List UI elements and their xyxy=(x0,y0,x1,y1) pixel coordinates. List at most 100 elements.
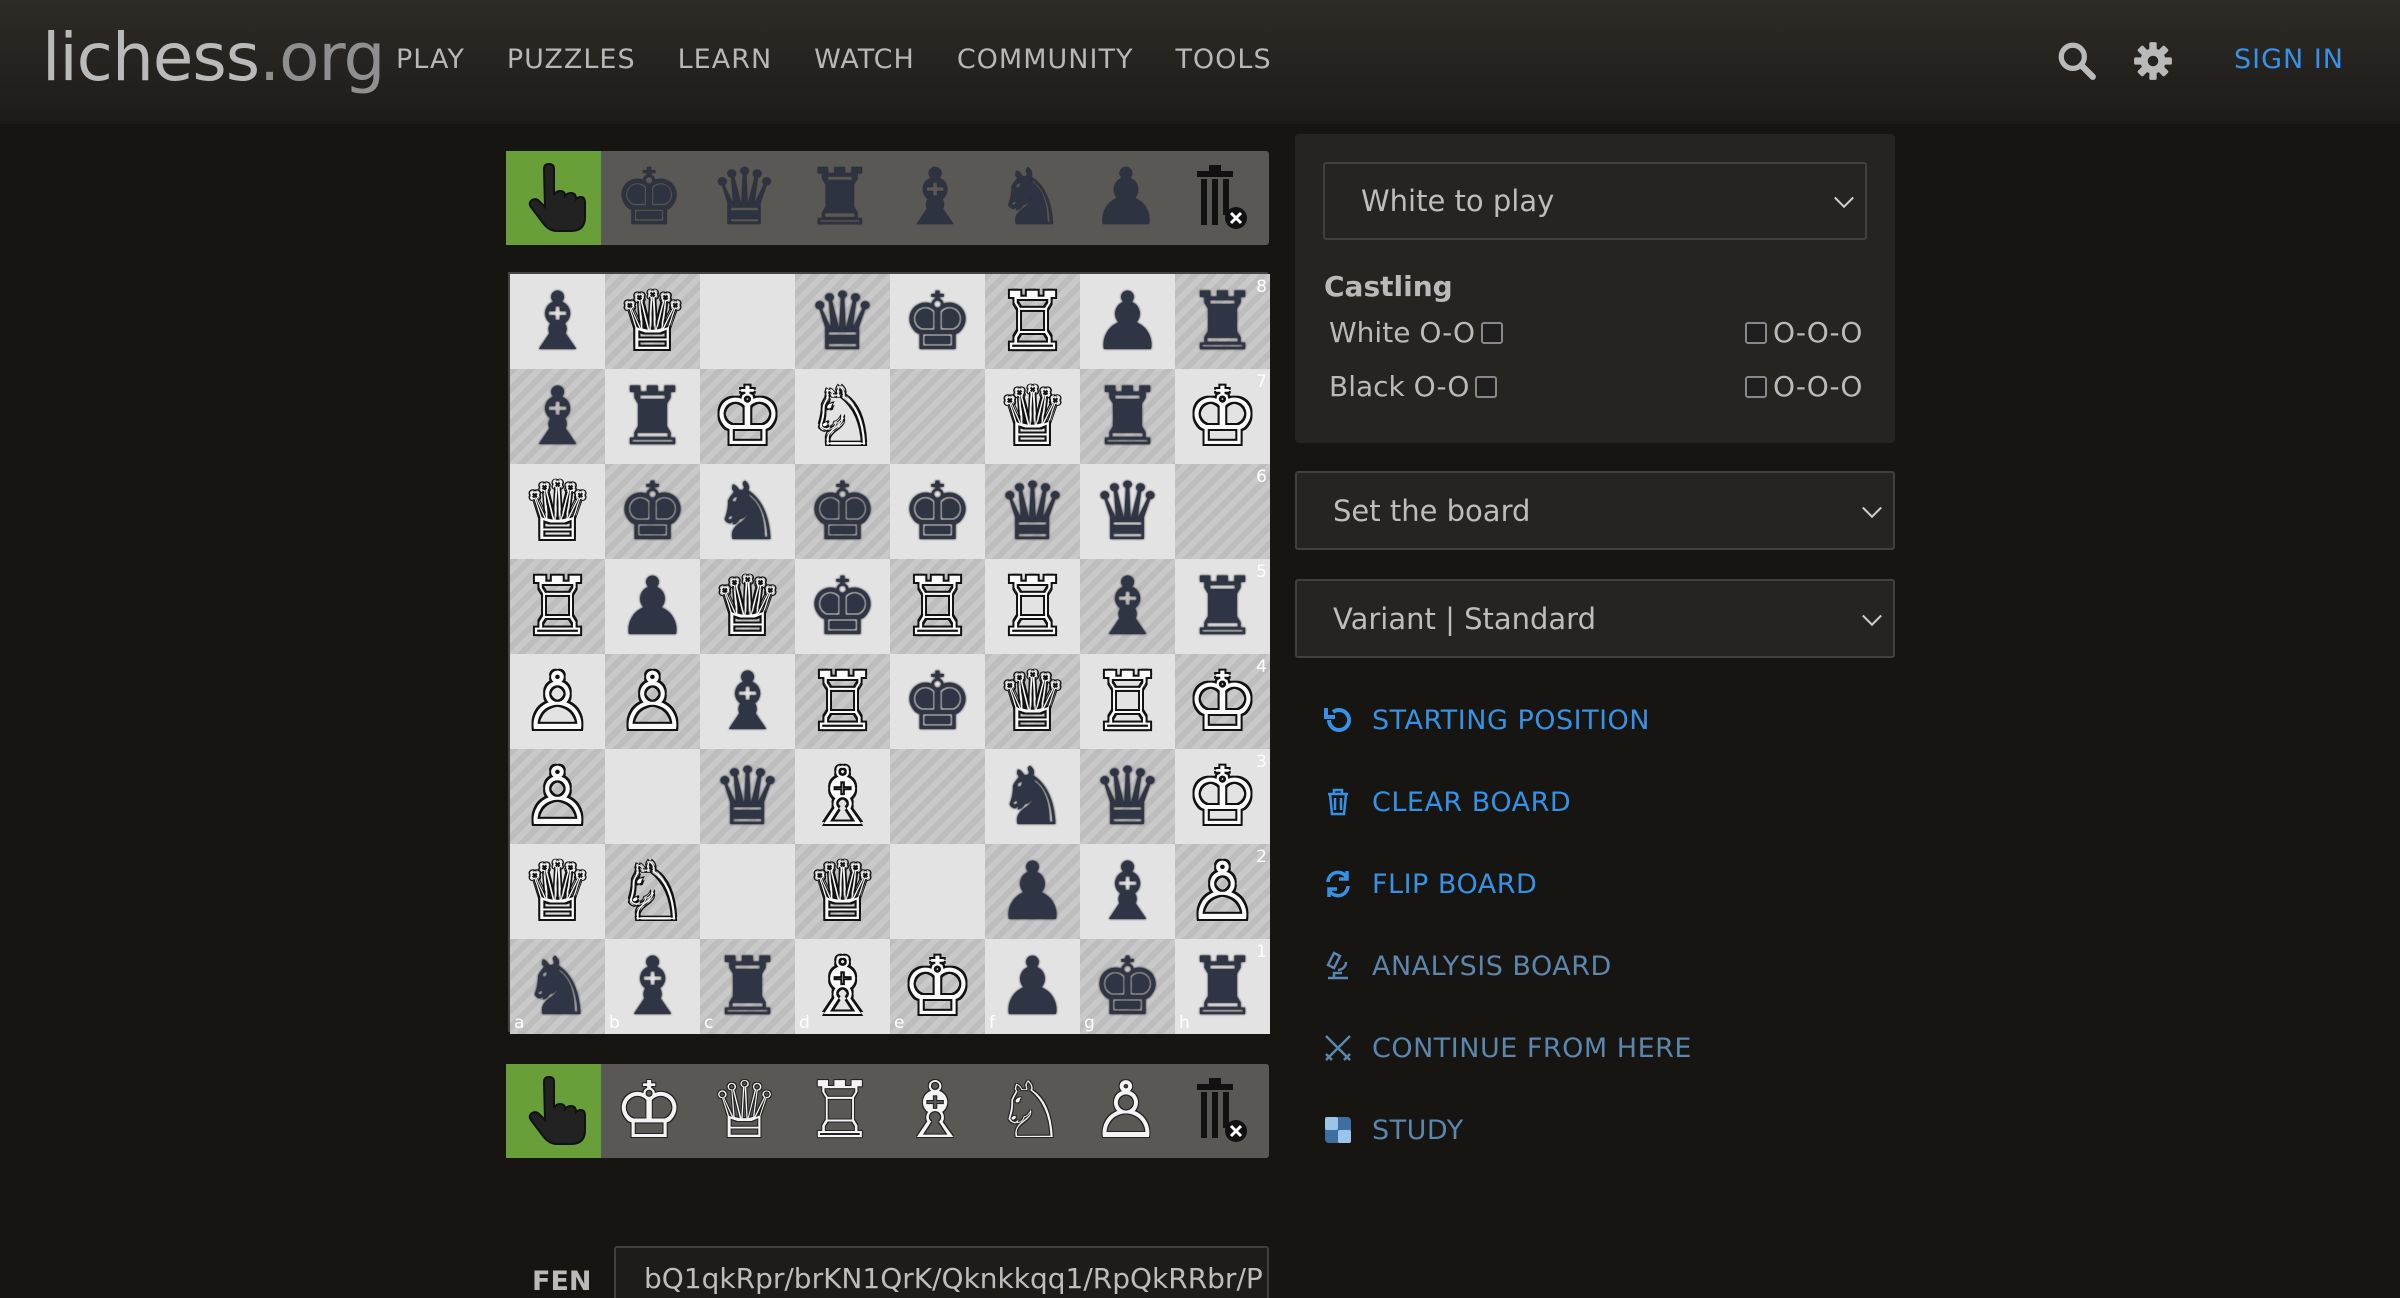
white-queen-piece[interactable]: ♕ xyxy=(617,274,689,369)
white-rook-piece[interactable]: ♖ xyxy=(902,559,974,654)
turn-select[interactable]: White to play xyxy=(1323,162,1867,240)
pointer-tool[interactable] xyxy=(506,151,602,245)
black-rook-piece[interactable]: ♜ xyxy=(1187,939,1259,1034)
white-queen-piece[interactable]: ♕ xyxy=(807,844,879,939)
black-king-piece[interactable]: ♚ xyxy=(902,464,974,559)
square-f4[interactable]: ♕ xyxy=(985,654,1080,749)
white-king-piece[interactable]: ♔ xyxy=(1187,749,1259,844)
flip-board-button[interactable]: FLIP BOARD xyxy=(1322,868,1537,900)
black-queen-piece[interactable]: ♛ xyxy=(712,749,784,844)
square-h1[interactable]: ♜ 1 h xyxy=(1175,939,1270,1034)
white-queen-piece[interactable]: ♕ xyxy=(522,464,594,559)
square-e7[interactable] xyxy=(890,369,985,464)
black-king-piece[interactable]: ♚ xyxy=(902,654,974,749)
nav-play[interactable]: PLAY xyxy=(396,40,465,80)
square-e2[interactable] xyxy=(890,844,985,939)
square-d8[interactable]: ♛ xyxy=(795,274,890,369)
black-king-piece[interactable]: ♚ xyxy=(807,559,879,654)
square-c3[interactable]: ♛ xyxy=(700,749,795,844)
square-g4[interactable]: ♖ xyxy=(1080,654,1175,749)
square-f3[interactable]: ♞ xyxy=(985,749,1080,844)
black-knight-piece[interactable]: ♞ xyxy=(712,464,784,559)
site-logo[interactable]: lichess.org xyxy=(42,18,385,98)
square-b6[interactable]: ♚ xyxy=(605,464,700,559)
white-king-piece[interactable]: ♔ xyxy=(1187,369,1259,464)
square-a1[interactable]: ♞ a xyxy=(510,939,605,1034)
black-bishop-piece[interactable]: ♝ xyxy=(1092,844,1164,939)
white-rook-piece[interactable]: ♖ xyxy=(522,559,594,654)
square-h5[interactable]: ♜ 5 xyxy=(1175,559,1270,654)
black-bishop-piece[interactable]: ♝ xyxy=(522,274,594,369)
nav-watch[interactable]: WATCH xyxy=(814,40,915,80)
square-g3[interactable]: ♛ xyxy=(1080,749,1175,844)
white-queen-piece[interactable]: ♕ xyxy=(712,559,784,654)
square-g8[interactable]: ♟ xyxy=(1080,274,1175,369)
square-c5[interactable]: ♕ xyxy=(700,559,795,654)
square-d3[interactable]: ♗ xyxy=(795,749,890,844)
square-b4[interactable]: ♙ xyxy=(605,654,700,749)
black-oo-checkbox[interactable] xyxy=(1475,375,1498,398)
square-d1[interactable]: ♗ d xyxy=(795,939,890,1034)
black-rook-piece[interactable]: ♜ xyxy=(1092,369,1164,464)
square-e1[interactable]: ♔ e xyxy=(890,939,985,1034)
square-c2[interactable] xyxy=(700,844,795,939)
black-queen-piece[interactable]: ♛ xyxy=(807,274,879,369)
white-queen-piece[interactable]: ♕ xyxy=(997,654,1069,749)
square-h7[interactable]: ♔ 7 xyxy=(1175,369,1270,464)
nav-puzzles[interactable]: PUZZLES xyxy=(507,40,636,80)
black-knight-piece[interactable]: ♞ xyxy=(997,749,1069,844)
square-c7[interactable]: ♔ xyxy=(700,369,795,464)
white-king-piece[interactable]: ♔ xyxy=(712,369,784,464)
spare-white-pawn[interactable]: ♙ xyxy=(1078,1064,1173,1158)
white-rook-piece[interactable]: ♖ xyxy=(807,654,879,749)
black-rook-piece[interactable]: ♜ xyxy=(1187,274,1259,369)
square-d6[interactable]: ♚ xyxy=(795,464,890,559)
search-icon[interactable] xyxy=(2056,40,2098,82)
white-bishop-piece[interactable]: ♗ xyxy=(807,939,879,1034)
white-queen-piece[interactable]: ♕ xyxy=(522,844,594,939)
square-a2[interactable]: ♕ xyxy=(510,844,605,939)
square-c1[interactable]: ♜ c xyxy=(700,939,795,1034)
starting-position-button[interactable]: STARTING POSITION xyxy=(1322,704,1650,736)
white-knight-piece[interactable]: ♘ xyxy=(807,369,879,464)
fen-input[interactable]: bQ1qkRpr/brKN1QrK/Qknkkqq1/RpQkRRbr/P xyxy=(614,1246,1269,1298)
black-king-piece[interactable]: ♚ xyxy=(807,464,879,559)
square-e4[interactable]: ♚ xyxy=(890,654,985,749)
square-a8[interactable]: ♝ xyxy=(510,274,605,369)
spare-white-knight[interactable]: ♘ xyxy=(983,1064,1078,1158)
white-pawn-piece[interactable]: ♙ xyxy=(522,654,594,749)
clear-board-button[interactable]: CLEAR BOARD xyxy=(1322,786,1571,818)
square-h6[interactable]: 6 xyxy=(1175,464,1270,559)
pointer-tool[interactable] xyxy=(506,1064,602,1158)
spare-white-bishop[interactable]: ♗ xyxy=(888,1064,983,1158)
square-c6[interactable]: ♞ xyxy=(700,464,795,559)
square-b5[interactable]: ♟ xyxy=(605,559,700,654)
black-ooo-checkbox[interactable] xyxy=(1745,375,1767,398)
square-h4[interactable]: ♔ 4 xyxy=(1175,654,1270,749)
square-d4[interactable]: ♖ xyxy=(795,654,890,749)
square-a6[interactable]: ♕ xyxy=(510,464,605,559)
white-queen-piece[interactable]: ♕ xyxy=(997,369,1069,464)
continue-from-here-button[interactable]: CONTINUE FROM HERE xyxy=(1322,1032,1692,1064)
position-select[interactable]: Set the board xyxy=(1295,471,1895,550)
black-bishop-piece[interactable]: ♝ xyxy=(1092,559,1164,654)
square-h8[interactable]: ♜ 8 xyxy=(1175,274,1270,369)
black-king-piece[interactable]: ♚ xyxy=(617,464,689,559)
black-bishop-piece[interactable]: ♝ xyxy=(617,939,689,1034)
white-king-piece[interactable]: ♔ xyxy=(902,939,974,1034)
square-b1[interactable]: ♝ b xyxy=(605,939,700,1034)
square-e6[interactable]: ♚ xyxy=(890,464,985,559)
square-f2[interactable]: ♟ xyxy=(985,844,1080,939)
square-f6[interactable]: ♛ xyxy=(985,464,1080,559)
black-queen-piece[interactable]: ♛ xyxy=(997,464,1069,559)
square-b8[interactable]: ♕ xyxy=(605,274,700,369)
nav-community[interactable]: COMMUNITY xyxy=(957,40,1134,80)
square-g2[interactable]: ♝ xyxy=(1080,844,1175,939)
white-king-piece[interactable]: ♔ xyxy=(1187,654,1259,749)
black-pawn-piece[interactable]: ♟ xyxy=(1092,274,1164,369)
gear-icon[interactable] xyxy=(2132,40,2174,82)
nav-tools[interactable]: TOOLS xyxy=(1175,40,1271,80)
chess-board[interactable]: ♝ ♕ ♛ ♚ ♖ ♟ ♜ 8 ♝ ♜ ♔ ♘ ♕ ♜ ♔ 7 ♕ ♚ ♞ ♚ ♚ ♛ ♛ 6 ♖ ♟ ♕ ♚ ♖ ♖ ♝ ♜ 5 ♙ ♙ ♝ ♖ ♚ ♕ ♖… xyxy=(508,272,1270,1034)
black-pawn-piece[interactable]: ♟ xyxy=(997,844,1069,939)
spare-black-rook[interactable]: ♜ xyxy=(792,151,887,245)
